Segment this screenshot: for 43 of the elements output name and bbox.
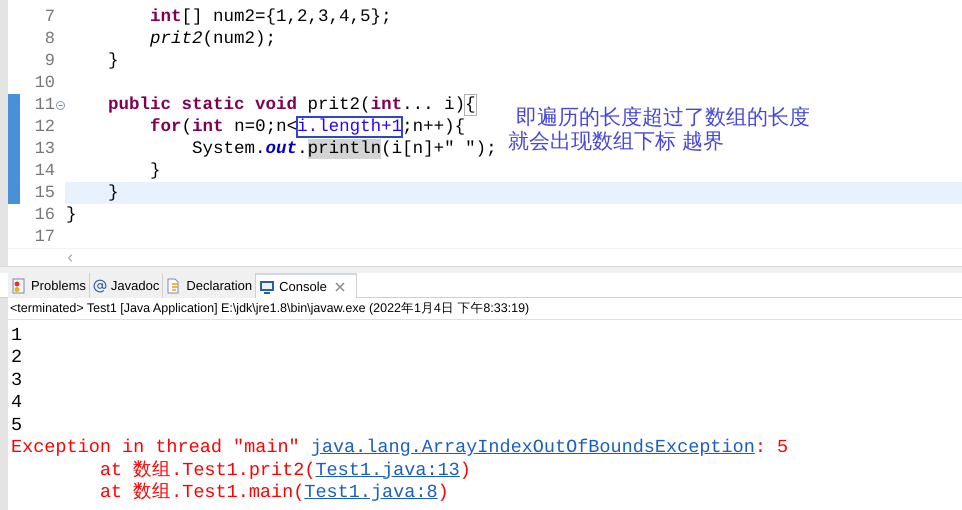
code-line: } xyxy=(107,51,119,71)
console-line: at 数组.Test1.prit2(Test1.java:13) xyxy=(98,460,471,481)
console-line: 2 xyxy=(11,347,22,368)
annotation-text: 即遍历的长度超过了数组的长度 xyxy=(515,106,810,130)
console-link[interactable]: java.lang.ArrayIndexOutOfBoundsException xyxy=(310,437,755,458)
line-number: 17 xyxy=(34,228,55,246)
console-line: Exception in thread "main" java.lang.ArrayIndexOutOfBoundsException: 5 xyxy=(11,437,788,458)
panel-tab[interactable]: Javadoc xyxy=(90,273,164,298)
panel-tab[interactable]: Problems xyxy=(8,273,90,298)
close-icon[interactable] xyxy=(334,282,345,292)
console-line: 4 xyxy=(11,392,22,414)
line-number: 13 xyxy=(34,140,55,158)
console-line: 3 xyxy=(11,370,22,391)
code-line: } xyxy=(107,183,119,203)
line-number: 7 xyxy=(44,8,55,26)
line-number: 15 xyxy=(34,184,55,202)
line-number: 9 xyxy=(44,52,55,70)
line-number: 12 xyxy=(34,118,55,136)
annotation-text: 就会出现数组下标 越界 xyxy=(508,130,725,154)
code-line: } xyxy=(66,205,77,225)
panel-tab[interactable]: Console xyxy=(256,273,357,298)
code-line: int[] num2={1,2,3,4,5}; xyxy=(149,7,392,27)
at-sign-icon xyxy=(92,278,107,292)
panel-tab[interactable]: Declaration xyxy=(163,273,256,298)
code-line: System.out.println(i[n]+" "); xyxy=(191,139,497,159)
code-line: } xyxy=(149,161,161,181)
console-link[interactable]: Test1.java:8 xyxy=(304,482,438,504)
monitor-icon xyxy=(259,278,276,294)
console-line: 1 xyxy=(11,324,22,346)
collapse-icon[interactable] xyxy=(56,100,64,110)
console-line: 5 xyxy=(11,414,22,436)
console-line: at 数组.Test1.main(Test1.java:8) xyxy=(98,482,449,504)
code-line: prit2(num2); xyxy=(149,29,276,49)
line-number: 8 xyxy=(44,30,55,48)
line-number: 11 xyxy=(34,96,55,114)
line-number: 16 xyxy=(34,206,55,224)
problems-icon xyxy=(11,278,27,294)
console-status: <terminated> Test1 [Java Application] E:\jdk\jre1.8\bin\javaw.exe (2022年1月4日 下午8:33:19) xyxy=(10,300,530,318)
line-number: 14 xyxy=(34,162,55,180)
console-link[interactable]: Test1.java:13 xyxy=(315,460,460,481)
code-line: for(int n=0;n<i.length+1;n++){ xyxy=(149,117,466,137)
code-line: public static void prit2(int... i){ xyxy=(107,95,476,115)
line-number: 10 xyxy=(34,74,55,92)
